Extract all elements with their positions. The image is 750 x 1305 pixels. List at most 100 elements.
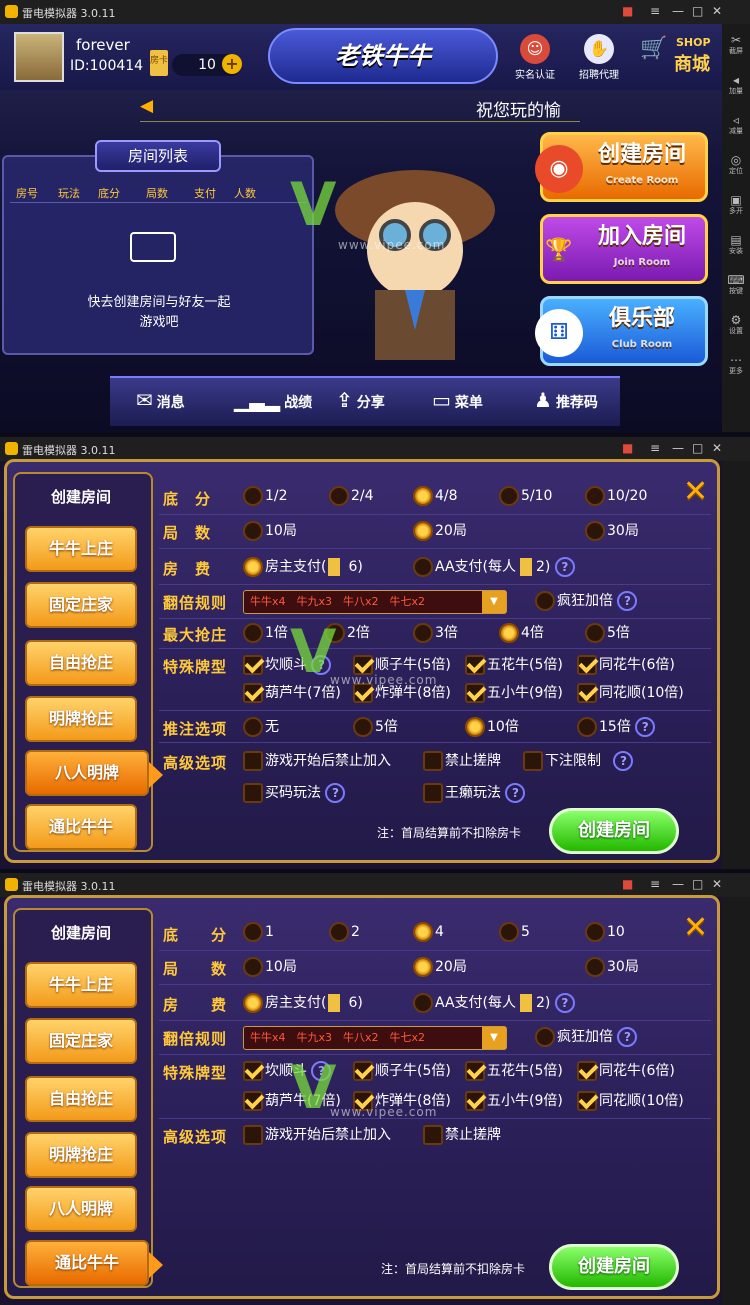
round-option-1[interactable]: 10局 (243, 520, 297, 541)
mode-tab-3[interactable]: 自由抢庄 (25, 640, 137, 686)
base-option-3[interactable]: 4/8 (413, 486, 458, 506)
multiplier-dropdown[interactable]: 牛牛x4 牛九x3 牛八x2 牛七x2 ▼ (243, 590, 507, 614)
emulator-menu-icon[interactable]: ≡ (650, 877, 660, 891)
special-option-2[interactable]: 顺子牛(5倍) (353, 654, 451, 675)
special-option-8[interactable]: 同花顺(10倍) (577, 1090, 684, 1111)
sidebar-more[interactable]: ⋯ 更多 (724, 354, 748, 376)
mode-tab-4[interactable]: 明牌抢庄 (25, 1132, 137, 1178)
shop-button[interactable]: 🛒 SHOP 商城 (640, 36, 720, 80)
sidebar-volume-down[interactable]: ◃ 减量 (724, 114, 748, 136)
avatar[interactable] (14, 32, 64, 82)
base-option-3[interactable]: 4 (413, 922, 444, 942)
nav-referral[interactable]: ♟ 推荐码 (534, 388, 598, 412)
crazy-double-option[interactable]: 疯狂加倍 ? (535, 1026, 638, 1047)
nav-menu[interactable]: ▭ 菜单 (432, 388, 483, 412)
fee-owner-option[interactable]: 房主支付(6) (243, 992, 363, 1013)
fee-aa-option[interactable]: AA支付(每人 2) ? (413, 992, 575, 1013)
help-icon[interactable]: ? (554, 557, 575, 577)
help-icon[interactable]: ? (505, 783, 526, 803)
emulator-gift-icon[interactable]: ■ (622, 4, 633, 18)
real-name-button[interactable]: ☺ 实名认证 (512, 34, 558, 81)
nav-messages[interactable]: ✉ 消息 (136, 388, 185, 412)
advanced-option-2[interactable]: 禁止搓牌 (423, 750, 501, 771)
special-option-8[interactable]: 同花顺(10倍) (577, 682, 684, 703)
base-option-5[interactable]: 10 (585, 922, 625, 942)
emulator-close-icon[interactable]: ✕ (712, 441, 722, 455)
mode-tab-5-active[interactable]: 八人明牌 (25, 750, 163, 796)
emulator-close-icon[interactable]: ✕ (712, 877, 722, 891)
round-option-2[interactable]: 20局 (413, 956, 467, 977)
special-option-4[interactable]: 同花牛(6倍) (577, 654, 675, 675)
mode-tab-1[interactable]: 牛牛上庄 (25, 526, 137, 572)
round-option-2[interactable]: 20局 (413, 520, 467, 541)
push-option-1[interactable]: 无 (243, 716, 279, 737)
close-button[interactable]: ✕ (683, 910, 708, 945)
emulator-minimize-icon[interactable]: — (672, 441, 684, 455)
help-icon[interactable]: ? (325, 783, 346, 803)
sidebar-settings[interactable]: ⚙ 设置 (724, 314, 748, 336)
push-option-4[interactable]: 15倍 ? (577, 716, 656, 737)
base-option-5[interactable]: 10/20 (585, 486, 647, 506)
rob-option-5[interactable]: 5倍 (585, 622, 630, 643)
emulator-close-icon[interactable]: ✕ (712, 4, 722, 18)
emulator-minimize-icon[interactable]: — (672, 877, 684, 891)
sidebar-multi[interactable]: ▣ 多开 (724, 194, 748, 216)
join-room-button[interactable]: 🏆 加入房间 Join Room (540, 214, 708, 284)
special-option-3[interactable]: 五花牛(5倍) (465, 1060, 563, 1081)
special-option-2[interactable]: 顺子牛(5倍) (353, 1060, 451, 1081)
base-option-4[interactable]: 5 (499, 922, 530, 942)
nav-records[interactable]: ▁▃▂ 战绩 (234, 388, 312, 412)
advanced-option-3[interactable]: 下注限制 ? (523, 750, 634, 771)
advanced-option-2[interactable]: 禁止搓牌 (423, 1124, 501, 1145)
sidebar-location[interactable]: ◎ 定位 (724, 154, 748, 176)
special-option-7[interactable]: 五小牛(9倍) (465, 1090, 563, 1111)
help-icon[interactable]: ? (635, 717, 656, 737)
help-icon[interactable]: ? (613, 751, 634, 771)
round-option-1[interactable]: 10局 (243, 956, 297, 977)
sidebar-screenshot[interactable]: ✂ 截屏 (724, 34, 748, 56)
base-option-1[interactable]: 1/2 (243, 486, 288, 506)
special-option-3[interactable]: 五花牛(5倍) (465, 654, 563, 675)
help-icon[interactable]: ? (617, 591, 638, 611)
create-room-button[interactable]: ◉ 创建房间 Create Room (535, 132, 708, 202)
emulator-gift-icon[interactable]: ■ (622, 877, 633, 891)
special-option-4[interactable]: 同花牛(6倍) (577, 1060, 675, 1081)
sidebar-install[interactable]: ▤ 安装 (724, 234, 748, 256)
base-option-2[interactable]: 2/4 (329, 486, 374, 506)
advanced-option-1[interactable]: 游戏开始后禁止加入 (243, 750, 391, 771)
push-option-2[interactable]: 5倍 (353, 716, 398, 737)
emulator-maximize-icon[interactable]: □ (692, 441, 703, 455)
mode-tab-2[interactable]: 固定庄家 (25, 1018, 137, 1064)
emulator-maximize-icon[interactable]: □ (692, 4, 703, 18)
mode-tab-6[interactable]: 通比牛牛 (25, 804, 137, 850)
advanced-option-4[interactable]: 买码玩法 ? (243, 782, 346, 803)
recruit-agent-button[interactable]: ✋ 招聘代理 (575, 34, 623, 81)
rob-option-3[interactable]: 3倍 (413, 622, 458, 643)
emulator-gift-icon[interactable]: ■ (622, 441, 633, 455)
emulator-menu-icon[interactable]: ≡ (650, 441, 660, 455)
base-option-1[interactable]: 1 (243, 922, 274, 942)
sidebar-keys[interactable]: ⌨ 按键 (724, 274, 748, 296)
mode-tab-6-active[interactable]: 通比牛牛 (25, 1240, 163, 1286)
help-icon[interactable]: ? (554, 993, 575, 1013)
round-option-3[interactable]: 30局 (585, 520, 639, 541)
rob-option-4[interactable]: 4倍 (499, 622, 544, 643)
push-option-3[interactable]: 10倍 (465, 716, 519, 737)
add-card-button[interactable]: + (222, 54, 242, 74)
create-room-submit-button[interactable]: 创建房间 (549, 1244, 679, 1290)
mode-tab-4[interactable]: 明牌抢庄 (25, 696, 137, 742)
create-room-submit-button[interactable]: 创建房间 (549, 808, 679, 854)
fee-aa-option[interactable]: AA支付(每人 2) ? (413, 556, 575, 577)
mode-tab-5[interactable]: 八人明牌 (25, 1186, 137, 1232)
crazy-double-option[interactable]: 疯狂加倍 ? (535, 590, 638, 611)
club-button[interactable]: ⚅ 俱乐部 Club Room (535, 296, 708, 366)
emulator-maximize-icon[interactable]: □ (692, 877, 703, 891)
emulator-minimize-icon[interactable]: — (672, 4, 684, 18)
rob-option-1[interactable]: 1倍 (243, 622, 288, 643)
advanced-option-1[interactable]: 游戏开始后禁止加入 (243, 1124, 391, 1145)
mode-tab-1[interactable]: 牛牛上庄 (25, 962, 137, 1008)
close-button[interactable]: ✕ (683, 474, 708, 509)
base-option-2[interactable]: 2 (329, 922, 360, 942)
mode-tab-2[interactable]: 固定庄家 (25, 582, 137, 628)
advanced-option-5[interactable]: 王癞玩法 ? (423, 782, 526, 803)
